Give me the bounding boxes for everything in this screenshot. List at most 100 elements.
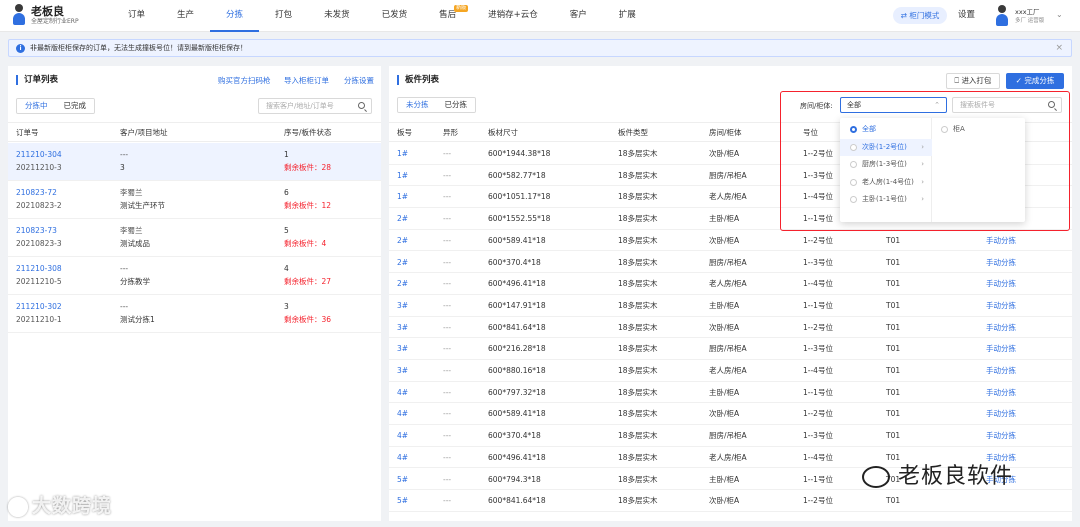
sort-settings-link[interactable]: 分拣设置 (344, 76, 374, 86)
cabinet-mode-button[interactable]: ⇄ 柜门模式 (893, 7, 947, 24)
order-row[interactable]: 210823-72 20210823-2 李蜀兰 测试生产环节 6 剩余板件：12 (8, 181, 381, 219)
order-no[interactable]: 210823-73 (16, 226, 57, 236)
search-icon[interactable] (358, 102, 365, 109)
room-option-label: 次卧(1-2号位) (862, 142, 907, 151)
finish-sort-button[interactable]: ✓ 完成分拣 (1006, 73, 1064, 89)
enter-pack-button[interactable]: ⎕ 进入打包 (946, 73, 1000, 89)
board-shape: --- (443, 257, 452, 267)
logo[interactable]: 老板良 全屋定制行业ERP (12, 4, 79, 26)
radio-icon[interactable] (850, 143, 857, 151)
nav-item-8[interactable]: 客户 (554, 0, 603, 32)
board-type: 18多层实木 (618, 300, 658, 310)
board-code: T01 (886, 235, 901, 245)
order-row[interactable]: 210823-73 20210823-3 李蜀兰 测试成品 5 剩余板件：4 (8, 219, 381, 257)
nav-item-0[interactable]: 订单 (112, 0, 161, 32)
manual-sort-link[interactable]: 手动分拣 (986, 258, 1016, 268)
board-no[interactable]: 1# (397, 171, 408, 181)
cabinet-option[interactable]: 柜A (935, 121, 1023, 138)
board-row: 4# --- 600*370.4*18 18多层实木 厨房/吊柜A 1--3号位 T01 手动… (389, 425, 1072, 447)
board-no[interactable]: 5# (397, 475, 408, 485)
board-no[interactable]: 2# (397, 236, 408, 246)
board-shape: --- (443, 474, 452, 484)
nav-item-2[interactable]: 分拣 (210, 0, 260, 32)
order-no[interactable]: 211210-308 (16, 264, 62, 274)
nav-item-4[interactable]: 未发货 (308, 0, 366, 32)
nav-item-3[interactable]: 打包 (259, 0, 308, 32)
board-type: 18多层实木 (618, 235, 658, 245)
col-customer: 客户/项目地址 (120, 128, 168, 137)
board-no[interactable]: 2# (397, 258, 408, 268)
board-no[interactable]: 1# (397, 192, 408, 202)
room-cascade-dropdown: 全部 次卧(1-2号位) › 厨房(1-3号位) › 老人房(1-4号位) › 主卧(1-1号… (840, 118, 1025, 222)
manual-sort-link[interactable]: 手动分拣 (986, 409, 1016, 419)
manual-sort-link[interactable]: 手动分拣 (986, 388, 1016, 398)
board-type: 18多层实木 (618, 170, 658, 180)
manual-sort-link[interactable]: 手动分拣 (986, 366, 1016, 376)
board-no[interactable]: 1# (397, 149, 408, 159)
radio-icon[interactable] (941, 126, 948, 133)
project-address: 测试生产环节 (120, 201, 165, 210)
manual-sort-link[interactable]: 手动分拣 (986, 323, 1016, 333)
order-row[interactable]: 211210-304 20211210-3 --- 3 1 剩余板件：28 (8, 143, 381, 181)
manual-sort-link[interactable]: 手动分拣 (986, 279, 1016, 289)
board-no[interactable]: 3# (397, 366, 408, 376)
radio-icon[interactable] (850, 178, 857, 186)
board-no[interactable]: 4# (397, 431, 408, 441)
board-room: 老人房/柜A (709, 452, 747, 462)
board-no[interactable]: 3# (397, 323, 408, 333)
manual-sort-link[interactable]: 手动分拣 (986, 453, 1016, 463)
room-option[interactable]: 全部 (840, 121, 932, 138)
manual-sort-link[interactable]: 手动分拣 (986, 236, 1016, 246)
manual-sort-link[interactable]: 手动分拣 (986, 431, 1016, 441)
tab-unsorted[interactable]: 未分拣 (398, 98, 438, 112)
room-option[interactable]: 老人房(1-4号位) › (840, 174, 932, 191)
tab-completed[interactable]: 已完成 (55, 99, 94, 113)
tab-sorting[interactable]: 分拣中 (17, 99, 57, 113)
nav-item-6[interactable]: 售后 新版 (423, 0, 472, 32)
watermark-left: 大数跨境 (8, 494, 112, 518)
search-icon[interactable] (1048, 101, 1055, 108)
settings-link[interactable]: 设置 (958, 8, 975, 22)
project-address: 测试成品 (120, 239, 150, 248)
room-option[interactable]: 主卧(1-1号位) › (840, 191, 932, 208)
manual-sort-link[interactable]: 手动分拣 (986, 301, 1016, 311)
chevron-down-icon[interactable]: ⌄ (1056, 10, 1063, 19)
board-shape: --- (443, 235, 452, 245)
order-no[interactable]: 211210-304 (16, 150, 62, 160)
board-no[interactable]: 4# (397, 409, 408, 419)
board-no[interactable]: 3# (397, 344, 408, 354)
board-room: 老人房/柜A (709, 192, 747, 202)
room-filter-select[interactable]: 全部 ⌃ (840, 97, 947, 113)
order-search-input[interactable]: 搜索客户/地址/订单号 (258, 98, 372, 114)
order-no[interactable]: 211210-302 (16, 302, 62, 312)
import-orders-link[interactable]: 导入柜柜订单 (284, 76, 329, 86)
nav-item-9[interactable]: 扩展 (603, 0, 652, 32)
board-room: 主卧/柜A (709, 474, 740, 484)
board-no[interactable]: 2# (397, 214, 408, 224)
close-icon[interactable]: × (1055, 43, 1063, 54)
buy-scanner-link[interactable]: 购买官方扫码枪 (218, 76, 271, 86)
nav-item-7[interactable]: 进销存+云仓 (472, 0, 554, 32)
order-no[interactable]: 210823-72 (16, 188, 57, 198)
board-no[interactable]: 4# (397, 388, 408, 398)
board-shape: --- (443, 279, 452, 289)
board-no[interactable]: 5# (397, 496, 408, 506)
board-no[interactable]: 2# (397, 279, 408, 289)
board-search-input[interactable]: 搜索板件号 (952, 97, 1062, 113)
board-size: 600*1051.17*18 (488, 192, 551, 202)
nav-item-5[interactable]: 已发货 (366, 0, 424, 32)
room-option[interactable]: 厨房(1-3号位) › (840, 156, 932, 173)
order-row[interactable]: 211210-302 20211210-1 --- 测试分拣1 3 剩余板件：36 (8, 295, 381, 333)
board-no[interactable]: 4# (397, 453, 408, 463)
manual-sort-link[interactable]: 手动分拣 (986, 344, 1016, 354)
board-no[interactable]: 3# (397, 301, 408, 311)
order-row[interactable]: 211210-308 20211210-5 --- 分拣教学 4 剩余板件：27 (8, 257, 381, 295)
tab-sorted[interactable]: 已分拣 (436, 98, 475, 112)
nav-item-1[interactable]: 生产 (161, 0, 210, 32)
radio-icon[interactable] (850, 126, 857, 133)
room-option[interactable]: 次卧(1-2号位) › (840, 138, 932, 156)
order-sub-no: 20211210-1 (16, 315, 62, 324)
radio-icon[interactable] (850, 161, 857, 168)
radio-icon[interactable] (850, 196, 857, 203)
user-menu[interactable]: xxx工厂 多厂 运营版 (995, 5, 1044, 27)
